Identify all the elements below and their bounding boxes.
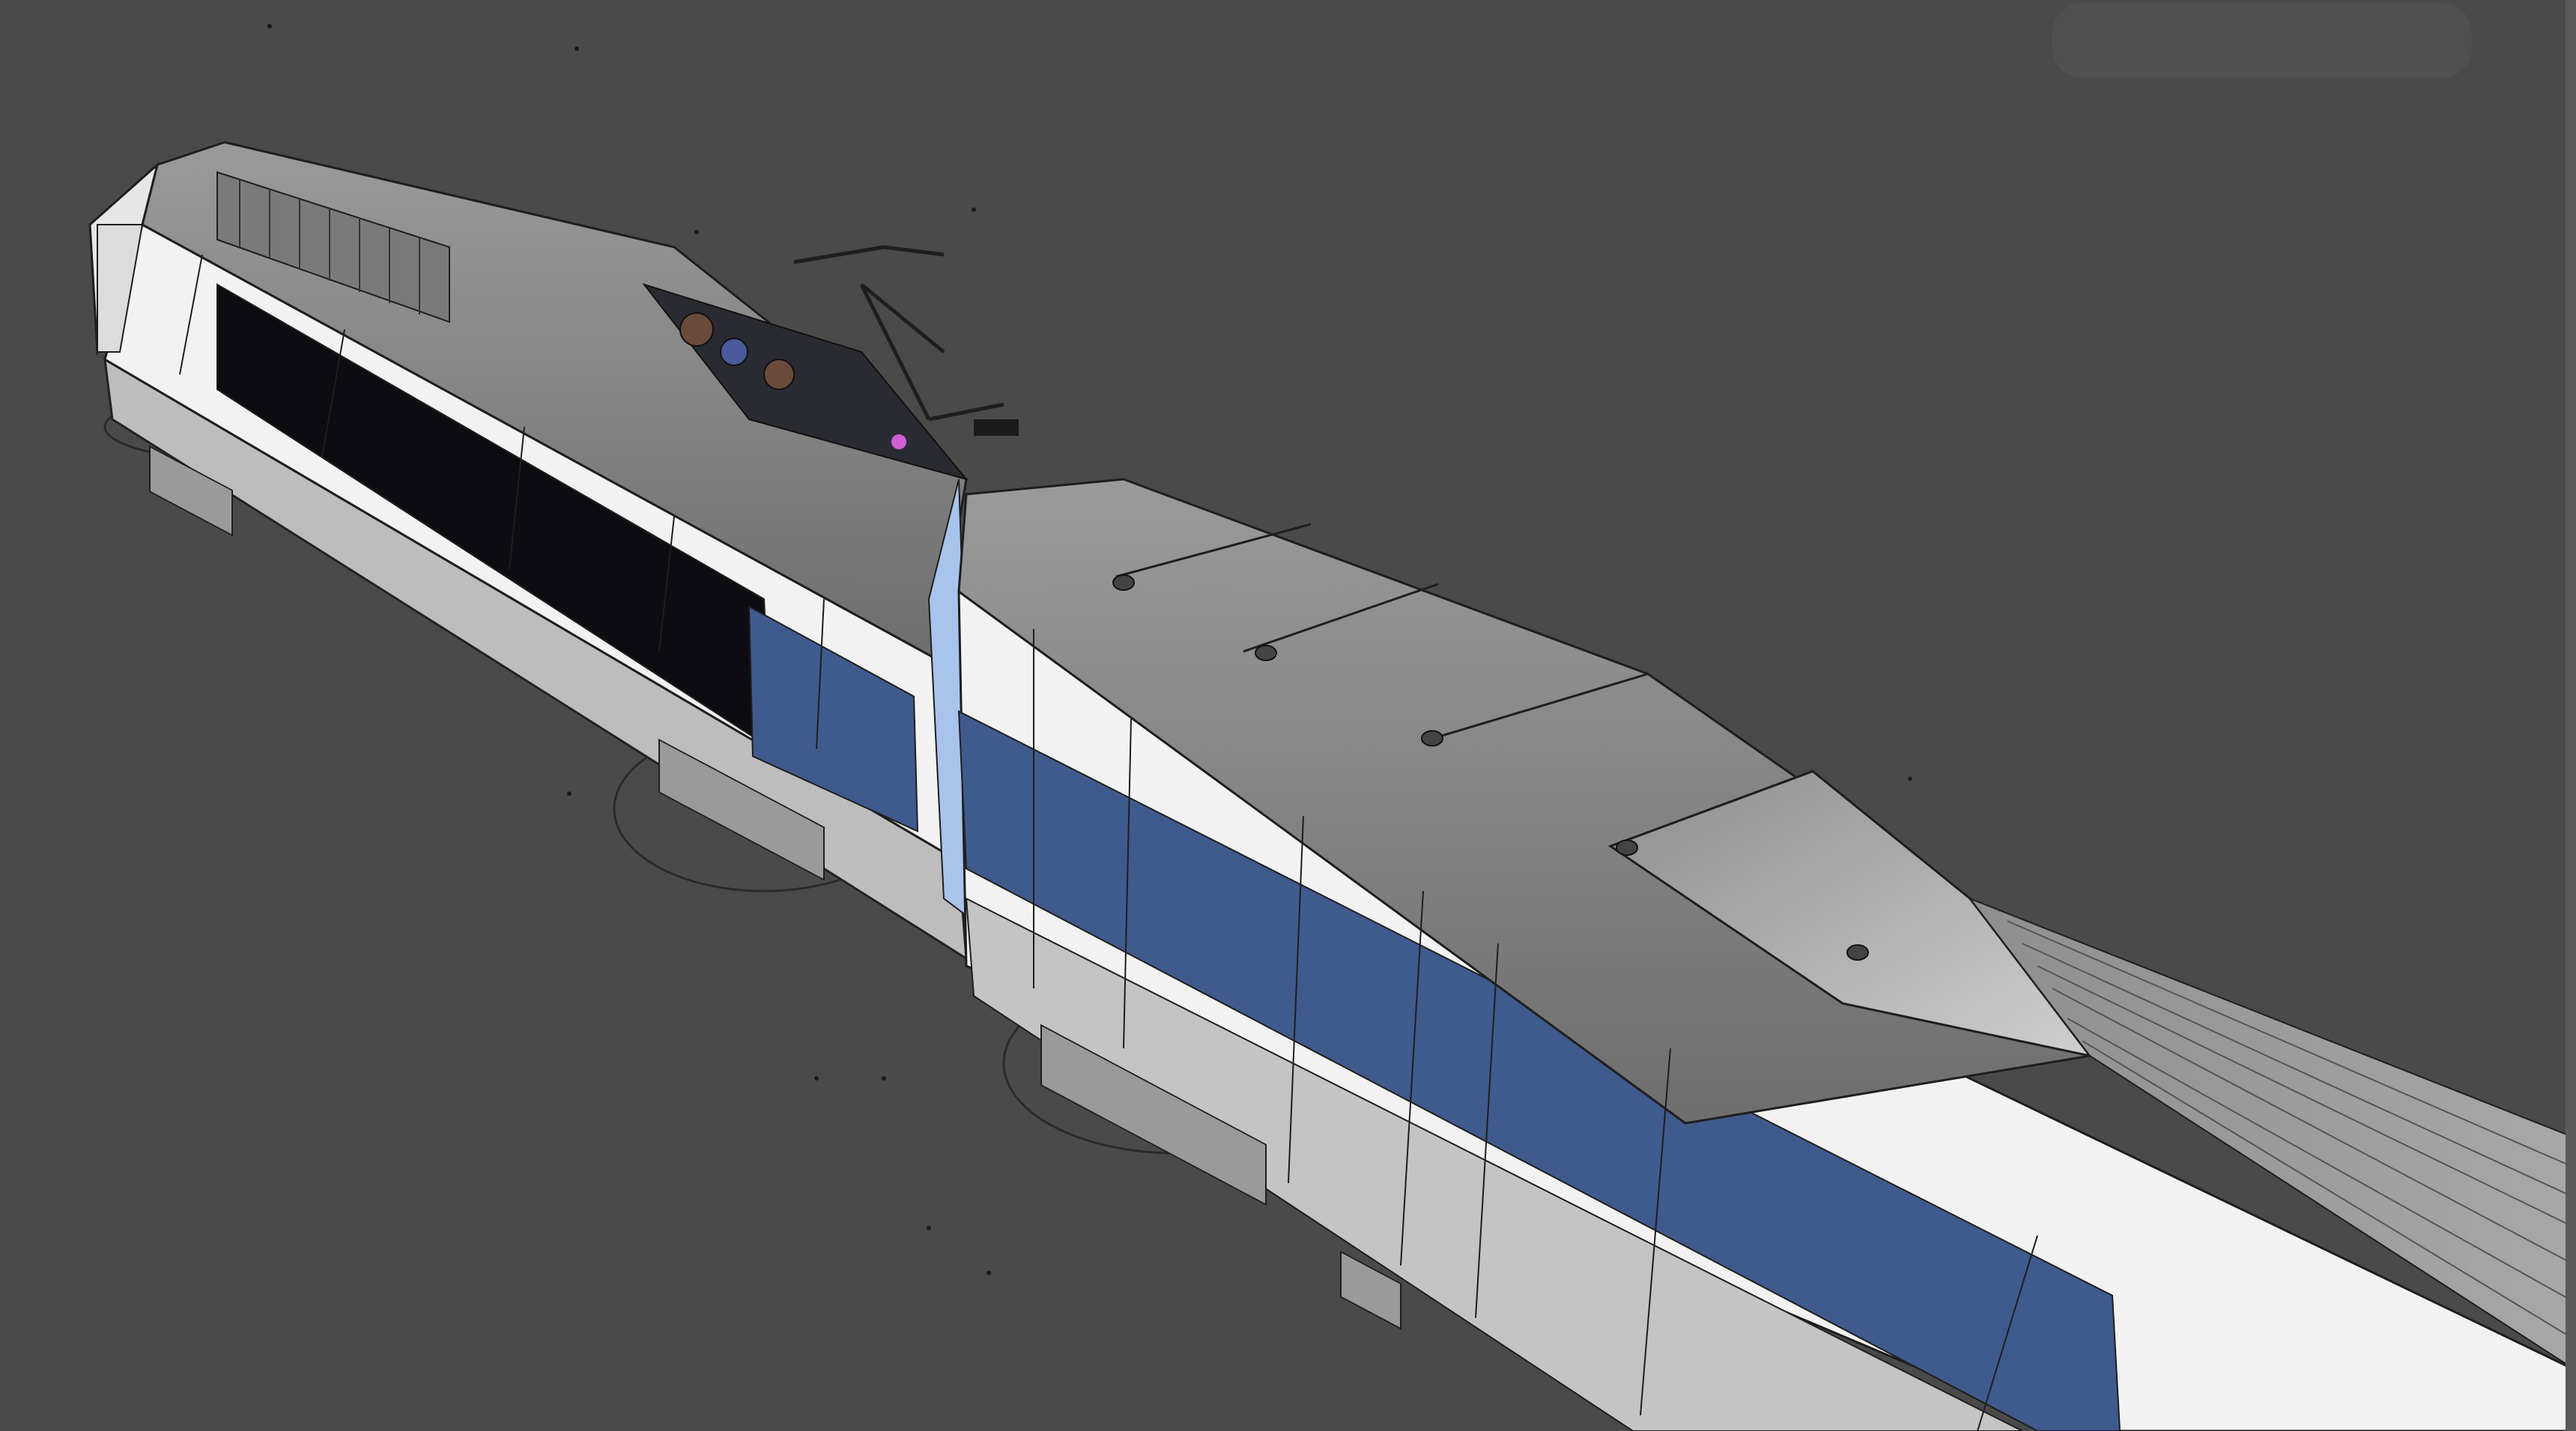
viewport-edge (2566, 0, 2576, 1431)
train-model-render (88, 24, 2576, 1431)
3d-viewport[interactable] (0, 0, 2576, 1431)
passenger-car (957, 478, 2576, 1431)
power-car (88, 141, 1019, 961)
